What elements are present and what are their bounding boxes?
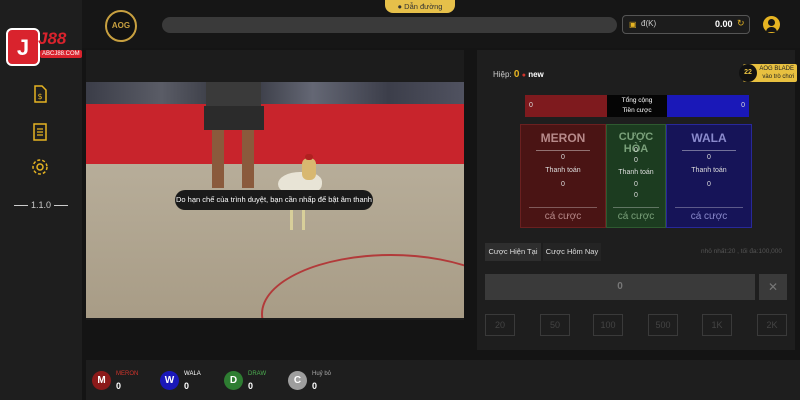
draw-bet-box[interactable]: CƯỢC HÒA 0 0 Thanh toán 0 0 cá cược bbox=[606, 124, 666, 228]
rooster-neck bbox=[302, 158, 316, 180]
tab-today-bets[interactable]: Cược Hôm Nay bbox=[543, 243, 601, 261]
draw-bet-button[interactable]: cá cược bbox=[607, 211, 665, 222]
divider bbox=[529, 207, 597, 208]
total-bets-title: Tổng cộng Tiền cược bbox=[607, 95, 667, 117]
cancel-circle-icon: C bbox=[288, 371, 307, 390]
user-avatar-icon[interactable] bbox=[763, 16, 780, 33]
topbar: AOG ● Dẫn đường ▣ đ(K) 0.00 ↻ bbox=[82, 0, 800, 48]
divider bbox=[536, 150, 590, 151]
j88-logo[interactable]: J J88 ABCJ88.COM bbox=[6, 28, 82, 66]
bet-history-icon[interactable] bbox=[30, 122, 50, 142]
bet-panel: Hiệp: 0 ● new 22 AOG BLADE vào trò chơi … bbox=[477, 50, 797, 350]
total-bets-bar: 0 Tổng cộng Tiền cược 0 bbox=[525, 95, 749, 117]
draw-payout-value-2: 0 bbox=[634, 192, 638, 199]
draw-payout-label: Thanh toán bbox=[618, 169, 654, 176]
sound-notice[interactable]: Do hạn chế của trình duyệt, bạn cần nhấp… bbox=[175, 190, 373, 210]
tab-current-bets[interactable]: Cược Hiện Tại bbox=[485, 243, 541, 261]
wala-title: WALA bbox=[691, 131, 727, 145]
wala-bet-button[interactable]: cá cược bbox=[667, 211, 751, 222]
results-summary-bar: M MERON 0 W WALA 0 D DRAW 0 C Huỷ bỏ 0 bbox=[86, 360, 800, 400]
draw-stat-label: DRAW bbox=[248, 371, 267, 377]
handler-shorts bbox=[204, 106, 264, 130]
divider bbox=[682, 150, 736, 151]
wala-stat-value: 0 bbox=[184, 381, 190, 391]
draw-payout-value: 0 bbox=[634, 181, 638, 188]
handler-leg bbox=[242, 130, 254, 188]
meron-stat-value: 0 bbox=[116, 381, 122, 391]
draw-stat-value: 0 bbox=[248, 381, 254, 391]
rooster-comb bbox=[305, 154, 313, 160]
draw-bet-amount: 0 bbox=[634, 147, 638, 154]
total-title-line1: Tổng cộng bbox=[621, 97, 653, 104]
refresh-icon[interactable]: ↻ bbox=[737, 18, 745, 29]
wala-bet-box[interactable]: WALA 0 Thanh toán 0 cá cược bbox=[666, 124, 752, 228]
meron-stat-label: MERON bbox=[116, 371, 139, 377]
gear-icon[interactable] bbox=[30, 157, 50, 177]
bet-limits: nhỏ nhất:20 , tối đa:100,000 bbox=[701, 248, 782, 255]
round-status: new bbox=[528, 70, 544, 79]
video-panel: Do hạn chế của trình duyệt, bạn cần nhấp… bbox=[86, 50, 464, 320]
handler-leg bbox=[212, 130, 224, 188]
aog-blade-icon: 22 bbox=[739, 64, 757, 82]
live-video[interactable]: Do hạn chế của trình duyệt, bạn cần nhấp… bbox=[86, 82, 464, 318]
chip-1k[interactable]: 1K bbox=[702, 314, 732, 336]
logo-subtext: ABCJ88.COM bbox=[40, 50, 82, 58]
total-title-line2: Tiền cược bbox=[622, 107, 652, 114]
wala-circle-icon: W bbox=[160, 371, 179, 390]
money-document-icon[interactable]: $ bbox=[30, 84, 50, 104]
draw-circle-icon: D bbox=[224, 371, 243, 390]
wala-payout-label: Thanh toán bbox=[691, 167, 727, 174]
aog-blade-button[interactable]: 22 AOG BLADE vào trò chơi bbox=[739, 64, 797, 82]
status-dot-icon: ● bbox=[521, 72, 526, 79]
logo-text: J88 bbox=[38, 29, 67, 48]
divider bbox=[612, 207, 660, 208]
meron-total: 0 bbox=[525, 95, 607, 117]
chip-50[interactable]: 50 bbox=[540, 314, 570, 336]
aog-logo: AOG bbox=[105, 10, 137, 42]
wallet-icon: ▣ bbox=[629, 20, 637, 29]
wala-total: 0 bbox=[667, 95, 749, 117]
version-label: 1.1.0 bbox=[10, 200, 72, 210]
round-number: 0 bbox=[513, 69, 520, 80]
meron-payout-label: Thanh toán bbox=[545, 167, 581, 174]
meron-circle-icon: M bbox=[92, 371, 111, 390]
cancel-stat-value: 0 bbox=[312, 381, 318, 391]
chip-100[interactable]: 100 bbox=[593, 314, 623, 336]
round-label: Hiệp: bbox=[493, 70, 512, 79]
sidebar: J J88 ABCJ88.COM $ 1.1.0 bbox=[0, 0, 82, 400]
svg-text:$: $ bbox=[37, 92, 42, 101]
chip-2k[interactable]: 2K bbox=[757, 314, 787, 336]
wallet-balance: ▣ đ(K) 0.00 ↻ bbox=[622, 15, 750, 34]
video-handler bbox=[196, 82, 276, 192]
wala-payout-value: 0 bbox=[707, 181, 711, 188]
bet-amount-input[interactable]: 0 bbox=[485, 274, 755, 300]
meron-bet-button[interactable]: cá cược bbox=[521, 211, 605, 222]
meron-title: MERON bbox=[540, 131, 586, 145]
wala-stat-label: WALA bbox=[184, 371, 201, 377]
logo-badge: J bbox=[6, 28, 40, 66]
guide-label: Dẫn đường bbox=[404, 2, 443, 11]
cancel-stat-label: Huỷ bỏ bbox=[312, 371, 332, 377]
guide-button[interactable]: ● Dẫn đường bbox=[385, 0, 455, 13]
chip-500[interactable]: 500 bbox=[648, 314, 678, 336]
chip-20[interactable]: 20 bbox=[485, 314, 515, 336]
announcement-ticker bbox=[162, 17, 617, 33]
meron-bet-amount: 0 bbox=[561, 154, 565, 161]
clear-amount-button[interactable]: ✕ bbox=[759, 274, 787, 300]
round-info: Hiệp: 0 ● new bbox=[493, 69, 544, 80]
wallet-unit: đ(K) bbox=[641, 19, 657, 28]
wala-bet-amount: 0 bbox=[707, 154, 711, 161]
meron-bet-box[interactable]: MERON 0 Thanh toán 0 cá cược bbox=[520, 124, 606, 228]
draw-bet-amount-2: 0 bbox=[634, 157, 638, 164]
divider bbox=[675, 207, 743, 208]
meron-payout-value: 0 bbox=[561, 181, 565, 188]
balance-value: 0.00 bbox=[715, 19, 733, 29]
